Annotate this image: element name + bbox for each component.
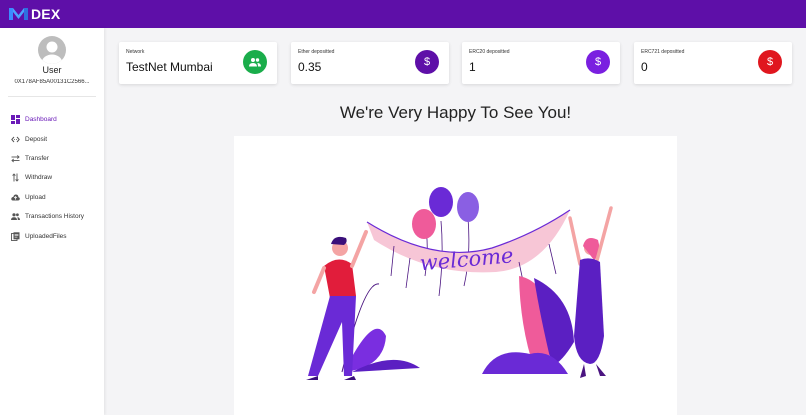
sidebar-divider [8,96,96,97]
people-icon [11,212,20,221]
top-app-bar: DEX [0,0,806,28]
dollar-icon: $ [758,50,782,74]
ether-deposited-card: Ether depositted 0.35 $ [291,42,449,84]
sidebar-item-uploadedfiles[interactable]: UploadedFiles [0,226,104,245]
card-title: ERC20 depositted [469,49,510,55]
card-title: Ether depositted [298,49,335,55]
dashboard-icon [11,115,20,125]
page-title: We're Very Happy To See You! [339,103,572,122]
sidebar-item-deposit[interactable]: Deposit [0,129,104,148]
welcome-party-illustration: welcome [306,187,613,380]
sidebar-item-upload[interactable]: Upload [0,188,104,207]
sidebar-item-label: UploadedFiles [25,232,67,240]
sidebar-item-withdraw[interactable]: Withdraw [0,168,104,187]
dollar-icon: $ [415,50,439,74]
sidebar-item-label: Dashboard [25,116,57,124]
wallet-address: 0X178AF85A00131C2566... [14,79,90,85]
vertical-swap-icon [11,173,20,183]
card-title: ERC721 depositted [641,49,685,55]
card-value: 1 [469,60,476,74]
sidebar-item-label: Withdraw [25,174,53,182]
app-brand-name[interactable]: DEX [31,6,60,22]
cloud-upload-icon [11,193,20,202]
user-name: User [42,65,62,75]
files-icon [11,231,20,241]
sidebar-item-label: Deposit [25,135,48,143]
dollar-icon: $ [586,50,610,74]
network-card: Network TestNet Mumbai [119,42,277,84]
sidebar-item-transactions-history[interactable]: Transactions History [0,207,104,226]
erc20-deposited-card: ERC20 depositted 1 $ [462,42,620,84]
card-value: 0.35 [298,60,322,74]
sidebar-item-dashboard[interactable]: Dashboard [0,110,104,129]
sidebar-item-label: Upload [25,193,46,201]
card-value: 0 [641,60,648,74]
sidebar-item-transfer[interactable]: Transfer [0,149,104,168]
swap-arrows-icon [11,154,20,163]
sidebar-nav: Dashboard Deposit Transfer Withdraw Uplo… [0,110,104,246]
code-arrows-icon [11,135,20,144]
sidebar: User 0X178AF85A00131C2566... Dashboard D… [0,28,104,415]
avatar[interactable] [38,36,66,64]
sidebar-item-label: Transfer [25,154,49,162]
card-title: Network [126,49,145,55]
sidebar-item-label: Transactions History [25,213,84,221]
people-icon [243,50,267,74]
welcome-panel: welcome [234,136,677,415]
logo-icon [9,8,28,20]
erc721-deposited-card: ERC721 depositted 0 $ [634,42,792,84]
user-avatar-icon [42,41,62,64]
card-value: TestNet Mumbai [126,60,213,74]
